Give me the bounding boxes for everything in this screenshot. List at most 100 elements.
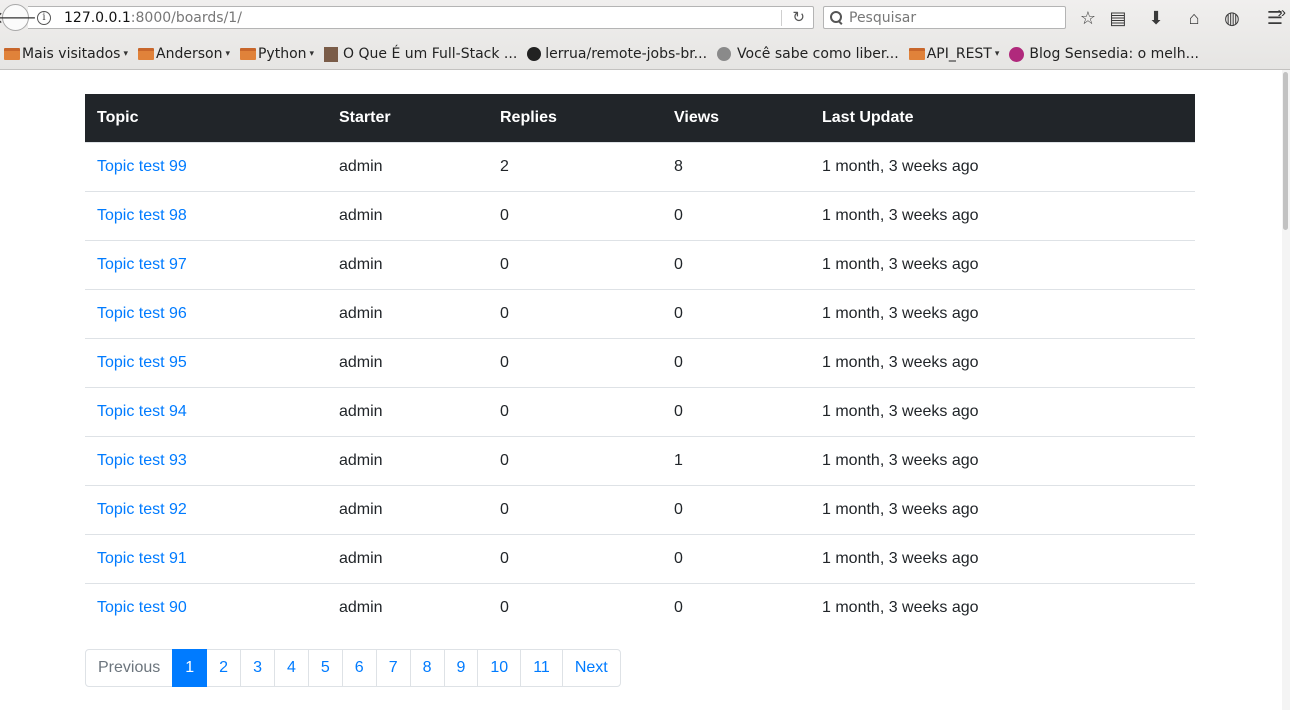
topic-link[interactable]: Topic test 91: [97, 550, 187, 567]
bookmark-item[interactable]: lerrua/remote-jobs-br...: [527, 46, 707, 62]
bookmarks-overflow-icon[interactable]: »: [1278, 4, 1286, 21]
table-row: Topic test 97 admin 0 0 1 month, 3 weeks ago: [85, 239, 1195, 289]
replies-cell: 0: [488, 386, 662, 436]
bookmark-item[interactable]: Você sabe como liber...: [717, 46, 899, 62]
scrollbar-thumb[interactable]: [1283, 72, 1288, 230]
topic-link[interactable]: Topic test 99: [97, 158, 187, 175]
starter-cell: admin: [327, 141, 488, 191]
topic-link[interactable]: Topic test 97: [97, 256, 187, 273]
bookmark-label: O Que É um Full-Stack ...: [343, 46, 518, 62]
last-update-cell: 1 month, 3 weeks ago: [810, 288, 1195, 338]
url-bar[interactable]: i 127.0.0.1:8000/boards/1/ ↻: [28, 6, 814, 29]
bookmark-item[interactable]: Anderson ▾: [138, 46, 230, 62]
page-11-button[interactable]: 11: [520, 649, 563, 687]
url-text[interactable]: 127.0.0.1:8000/boards/1/: [64, 10, 242, 26]
starter-cell: admin: [327, 337, 488, 387]
bookmark-label: API_REST: [926, 46, 992, 62]
page-10-button[interactable]: 10: [477, 649, 522, 687]
avatar-icon: [324, 46, 339, 62]
views-cell: 0: [662, 484, 810, 534]
header-last-update: Last Update: [822, 108, 914, 126]
views-cell: 0: [662, 239, 810, 289]
topic-cell: Topic test 92: [85, 484, 327, 534]
views-cell: 8: [662, 141, 810, 191]
last-update-cell: 1 month, 3 weeks ago: [810, 582, 1195, 632]
page-5-button[interactable]: 5: [307, 649, 343, 687]
header-topic: Topic: [97, 108, 139, 126]
page-3-button[interactable]: 3: [240, 649, 275, 687]
bookmark-item[interactable]: Python ▾: [239, 46, 315, 62]
browser-navbar: i 127.0.0.1:8000/boards/1/ ↻ 🡐 Pesquisar…: [0, 0, 1290, 36]
table-header: Topic Starter Replies Views Last Update: [85, 94, 1195, 142]
bookmark-item[interactable]: API_REST ▾: [908, 46, 999, 62]
search-icon: [830, 10, 844, 25]
previous-page-button: Previous: [85, 649, 174, 687]
search-bar[interactable]: Pesquisar: [823, 6, 1066, 29]
last-update-cell: 1 month, 3 weeks ago: [810, 239, 1195, 289]
reload-icon[interactable]: ↻: [792, 8, 805, 26]
table-row: Topic test 93 admin 0 1 1 month, 3 weeks ago: [85, 435, 1195, 485]
folder-icon: [138, 48, 154, 60]
back-button[interactable]: 🡐: [0, 4, 37, 31]
views-cell: 1: [662, 435, 810, 485]
url-host: 127.0.0.1: [64, 9, 131, 26]
last-update-cell: 1 month, 3 weeks ago: [810, 533, 1195, 583]
table-body: Topic test 99 admin 2 8 1 month, 3 weeks ago…: [85, 141, 1195, 632]
page-6-button[interactable]: 6: [341, 649, 377, 687]
url-path: :8000/boards/1/: [130, 9, 242, 26]
table-row: Topic test 91 admin 0 0 1 month, 3 weeks ago: [85, 533, 1195, 583]
dropdown-caret-icon: ▾: [309, 49, 315, 59]
views-cell: 0: [662, 533, 810, 583]
topic-link[interactable]: Topic test 93: [97, 452, 187, 469]
starter-cell: admin: [327, 533, 488, 583]
bookmark-star-icon[interactable]: ☆: [1076, 6, 1100, 30]
page-4-button[interactable]: 4: [273, 649, 309, 687]
replies-cell: 0: [488, 239, 662, 289]
page-8-button[interactable]: 8: [409, 649, 445, 687]
last-update-cell: 1 month, 3 weeks ago: [810, 484, 1195, 534]
topic-link[interactable]: Topic test 95: [97, 354, 187, 371]
page-1-button[interactable]: 1: [172, 649, 208, 687]
page-9-button[interactable]: 9: [443, 649, 479, 687]
pocket-icon[interactable]: ◍: [1220, 6, 1244, 30]
topic-cell: Topic test 96: [85, 288, 327, 338]
bookmark-label: lerrua/remote-jobs-br...: [545, 46, 708, 62]
last-update-cell: 1 month, 3 weeks ago: [810, 141, 1195, 191]
globe-icon: [717, 47, 732, 61]
last-update-cell: 1 month, 3 weeks ago: [810, 190, 1195, 240]
folder-icon: [908, 48, 925, 60]
starter-cell: admin: [327, 239, 488, 289]
next-page-button[interactable]: Next: [561, 649, 621, 687]
topic-link[interactable]: Topic test 96: [97, 305, 187, 322]
url-separator: [781, 10, 782, 26]
starter-cell: admin: [327, 386, 488, 436]
bookmark-item[interactable]: Mais visitados ▾: [4, 46, 128, 62]
bookmark-item[interactable]: Blog Sensedia: o melh...: [1009, 46, 1199, 62]
bookmark-label: Mais visitados: [22, 46, 121, 62]
table-row: Topic test 94 admin 0 0 1 month, 3 weeks ago: [85, 386, 1195, 436]
bookmarks-bar: Mais visitados ▾ Anderson ▾ Python ▾ O Que É u…: [0, 41, 1290, 67]
page-scrollbar[interactable]: [1282, 70, 1290, 710]
header-views: Views: [674, 108, 720, 126]
starter-cell: admin: [327, 484, 488, 534]
table-row: Topic test 98 admin 0 0 1 month, 3 weeks ago: [85, 190, 1195, 240]
topic-cell: Topic test 98: [85, 190, 327, 240]
downloads-icon[interactable]: ⬇: [1144, 6, 1168, 30]
views-cell: 0: [662, 386, 810, 436]
site-info-icon[interactable]: i: [37, 10, 51, 25]
page-7-button[interactable]: 7: [375, 649, 411, 687]
topic-link[interactable]: Topic test 90: [97, 599, 187, 616]
views-cell: 0: [662, 337, 810, 387]
page-2-button[interactable]: 2: [206, 649, 242, 687]
bookmark-item[interactable]: O Que É um Full-Stack ...: [324, 46, 517, 62]
table-header-row: Topic Starter Replies Views Last Update: [85, 94, 1195, 142]
topic-link[interactable]: Topic test 94: [97, 403, 187, 420]
home-icon[interactable]: ⌂: [1182, 6, 1206, 30]
topic-link[interactable]: Topic test 92: [97, 501, 187, 518]
starter-cell: admin: [327, 582, 488, 632]
reading-list-icon[interactable]: ▤: [1106, 6, 1130, 30]
topic-link[interactable]: Topic test 98: [97, 207, 187, 224]
table-row: Topic test 95 admin 0 0 1 month, 3 weeks ago: [85, 337, 1195, 387]
replies-cell: 0: [488, 484, 662, 534]
header-replies: Replies: [500, 108, 557, 126]
